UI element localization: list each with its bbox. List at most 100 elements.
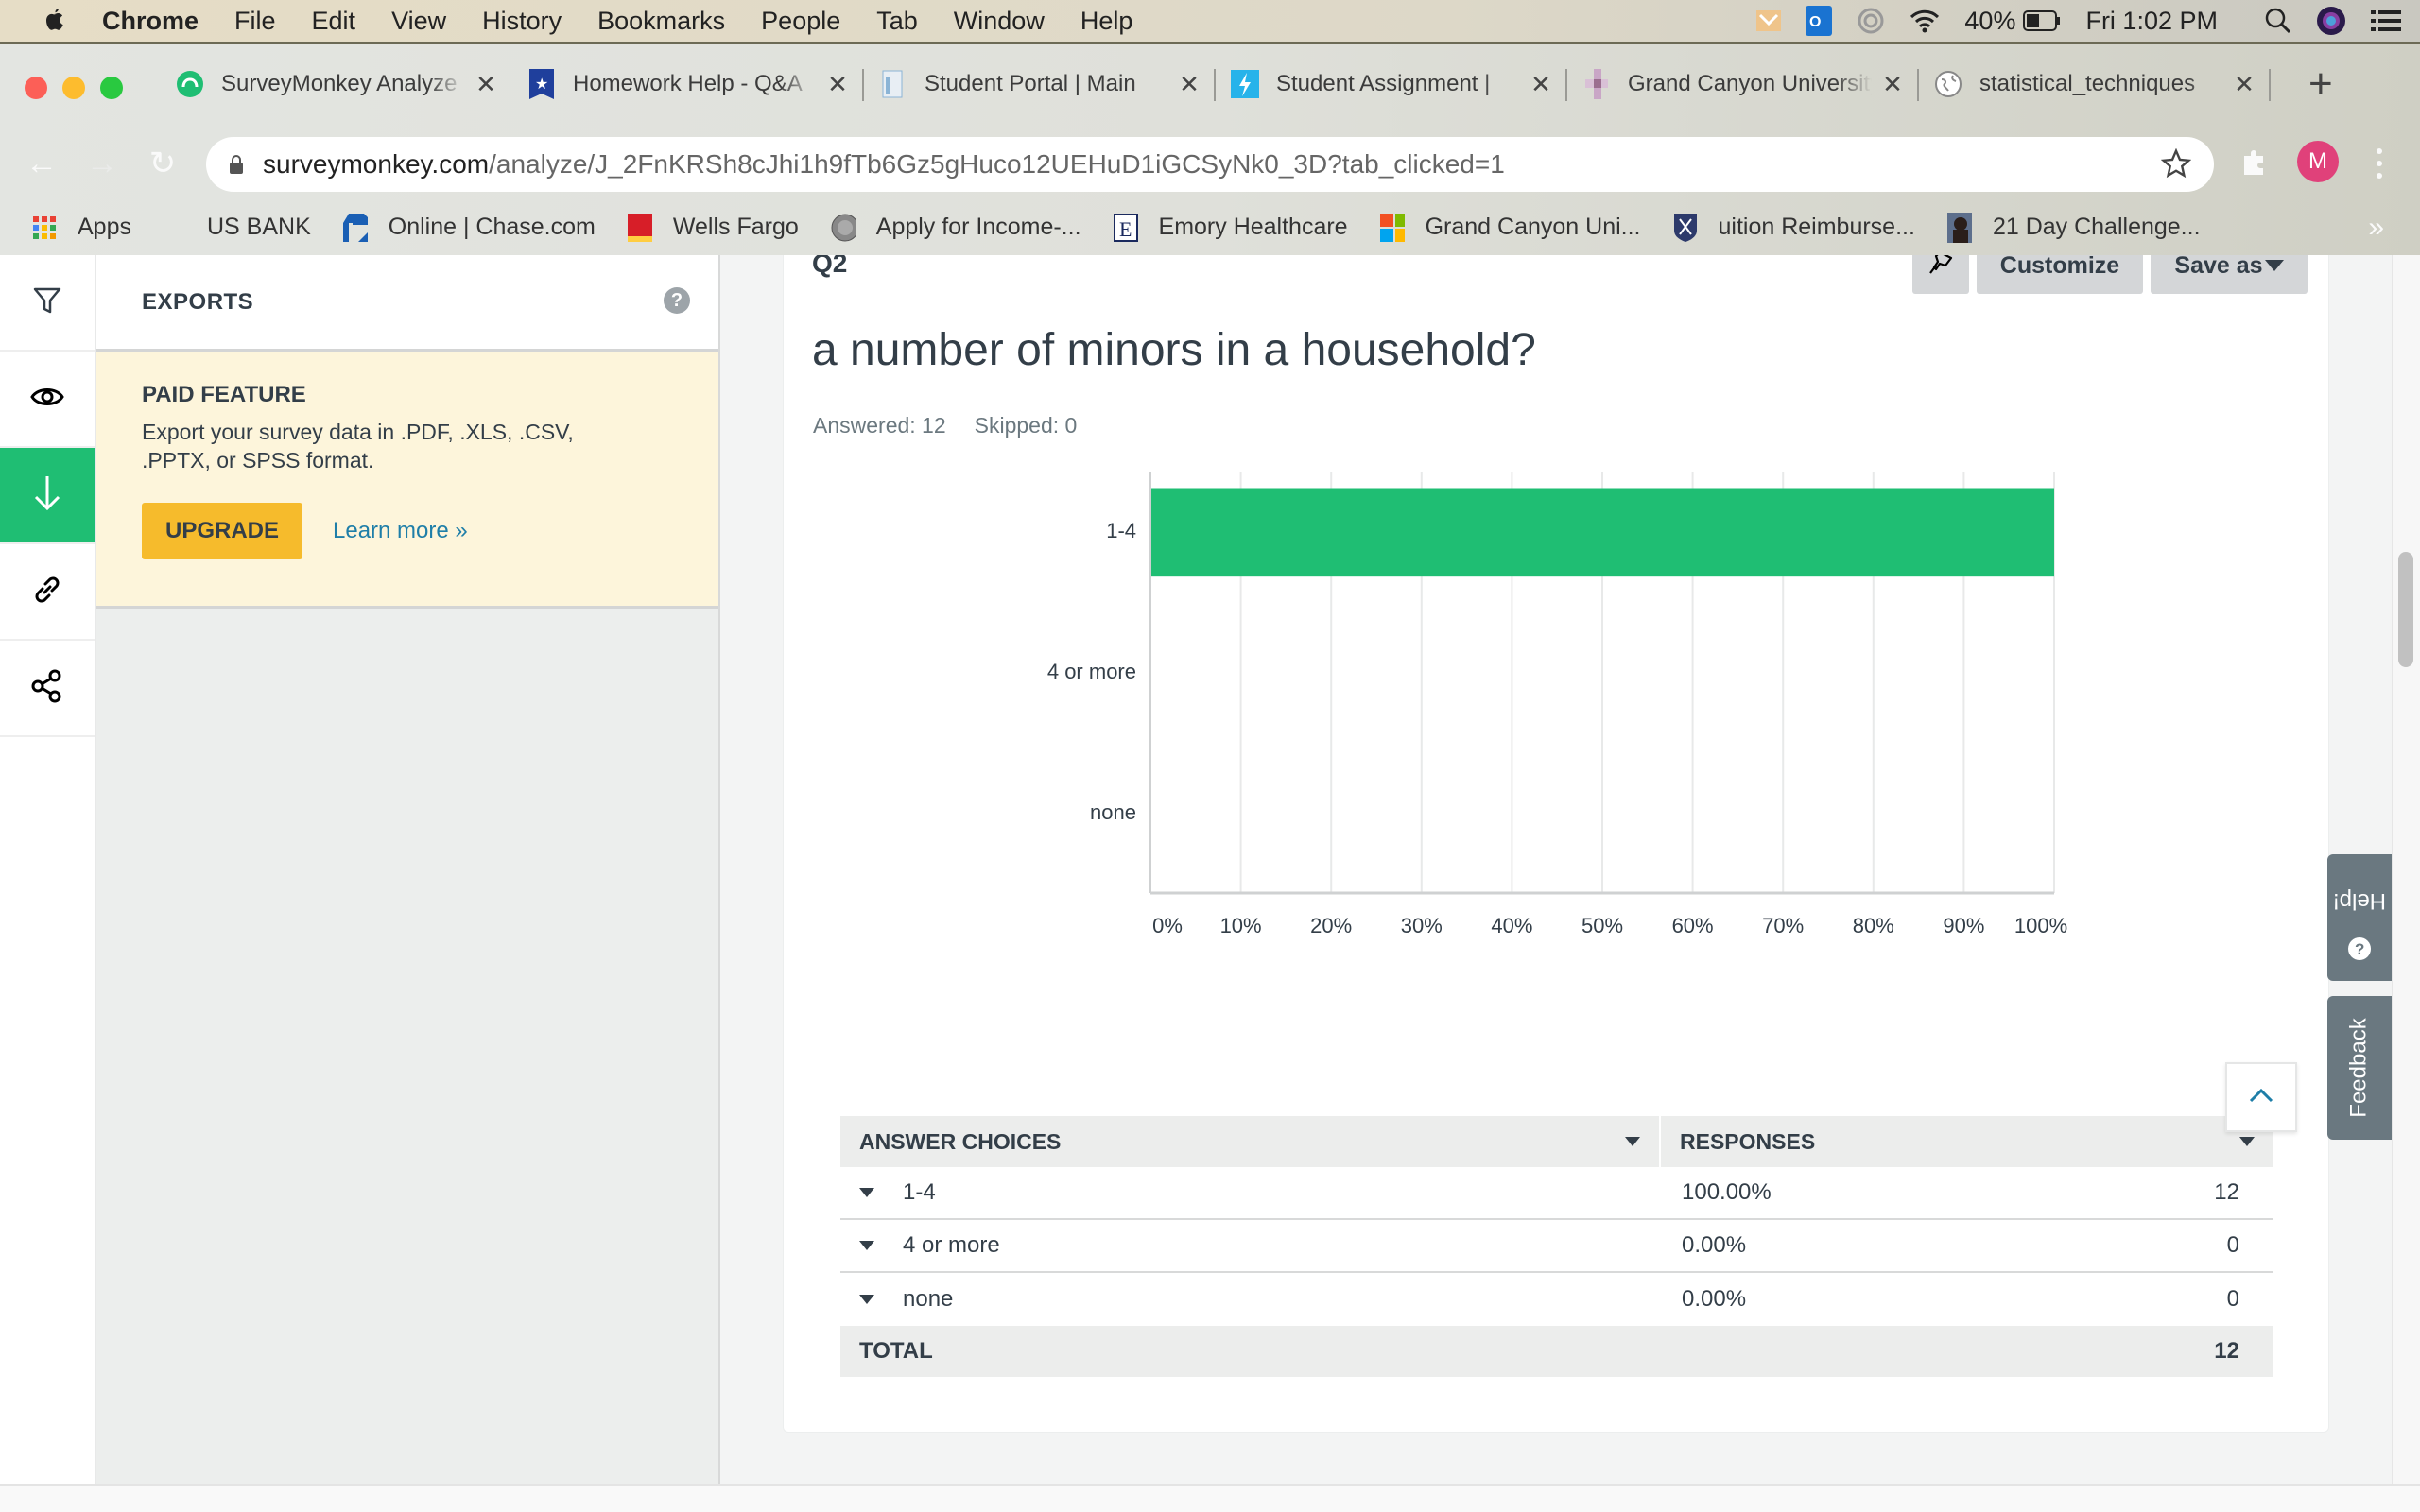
sort-caret-icon[interactable] bbox=[2239, 1137, 2255, 1146]
lock-icon[interactable] bbox=[229, 154, 244, 175]
extensions-puzzle-icon[interactable] bbox=[2240, 148, 2269, 181]
tab-grand-canyon[interactable]: Grand Canyon University ✕ bbox=[1567, 56, 1919, 112]
expand-caret-icon[interactable] bbox=[859, 1241, 874, 1250]
bookmark-apps[interactable]: Apps bbox=[32, 214, 131, 242]
menu-bookmarks[interactable]: Bookmarks bbox=[597, 7, 725, 36]
minimize-window-button[interactable] bbox=[62, 77, 85, 99]
activity-icon[interactable] bbox=[1857, 7, 1885, 35]
tab-homework-help[interactable]: ★ Homework Help - Q&A ✕ bbox=[512, 56, 864, 112]
menu-app-name[interactable]: Chrome bbox=[102, 7, 199, 36]
responses-table: ANSWER CHOICES RESPONSES 1-4 100.00% 12 … bbox=[840, 1116, 2273, 1377]
bookmark-emory[interactable]: E Emory Healthcare bbox=[1113, 213, 1348, 242]
rail-link[interactable] bbox=[0, 544, 95, 641]
apple-icon[interactable] bbox=[40, 5, 68, 37]
menu-window[interactable]: Window bbox=[954, 7, 1045, 36]
menu-people[interactable]: People bbox=[761, 7, 840, 36]
spotlight-search-icon[interactable] bbox=[2265, 8, 2291, 34]
tab-surveymonkey[interactable]: SurveyMonkey Analyze ✕ bbox=[161, 56, 512, 112]
menu-help[interactable]: Help bbox=[1080, 7, 1133, 36]
bookmark-apply-income[interactable]: Apply for Income-... bbox=[831, 214, 1081, 242]
maximize-window-button[interactable] bbox=[100, 77, 123, 99]
rail-export[interactable] bbox=[0, 448, 95, 544]
profile-avatar[interactable]: M bbox=[2297, 141, 2339, 182]
responses-header[interactable]: RESPONSES bbox=[1661, 1116, 2273, 1167]
menu-view[interactable]: View bbox=[391, 7, 446, 36]
menu-edit[interactable]: Edit bbox=[312, 7, 356, 36]
paid-feature-description: Export your survey data in .PDF, .XLS, .… bbox=[142, 420, 574, 472]
rail-view[interactable] bbox=[0, 352, 95, 448]
answer-choices-header[interactable]: ANSWER CHOICES bbox=[840, 1116, 1661, 1167]
browser-toolbar: ← → ↻ surveymonkey.com/analyze/J_2FnKRSh… bbox=[0, 131, 2420, 198]
bookmark-star-icon[interactable] bbox=[2160, 147, 2192, 185]
close-tab-icon[interactable]: ✕ bbox=[826, 70, 849, 99]
header-label: RESPONSES bbox=[1680, 1128, 1816, 1154]
filter-icon bbox=[32, 285, 62, 320]
bookmark-us-bank[interactable]: US BANK bbox=[207, 214, 311, 241]
battery-icon[interactable] bbox=[2023, 10, 2061, 31]
scroll-to-top-button[interactable] bbox=[2225, 1062, 2297, 1132]
new-tab-button[interactable]: + bbox=[2308, 60, 2333, 108]
close-tab-icon[interactable]: ✕ bbox=[475, 70, 497, 99]
learn-more-link[interactable]: Learn more » bbox=[333, 518, 468, 544]
skipped-count: Skipped: 0 bbox=[974, 413, 1078, 438]
close-tab-icon[interactable]: ✕ bbox=[1178, 70, 1201, 99]
save-as-button[interactable]: Save as bbox=[2151, 255, 2308, 294]
help-side-tab[interactable]: ? Help! bbox=[2327, 854, 2392, 981]
bookmark-chase[interactable]: Online | Chase.com bbox=[342, 213, 596, 242]
menu-tab[interactable]: Tab bbox=[876, 7, 918, 36]
menu-file[interactable]: File bbox=[234, 7, 276, 36]
address-bar[interactable]: surveymonkey.com/analyze/J_2FnKRSh8cJhi1… bbox=[206, 137, 2214, 192]
siri-icon[interactable] bbox=[2316, 6, 2346, 36]
tab-title: Homework Help - Q&A bbox=[573, 71, 803, 96]
close-window-button[interactable] bbox=[25, 77, 47, 99]
expand-caret-icon[interactable] bbox=[859, 1188, 874, 1197]
customize-button[interactable]: Customize bbox=[1977, 255, 2143, 294]
reload-icon[interactable]: ↻ bbox=[142, 143, 183, 184]
chevron-down-icon bbox=[2264, 260, 2284, 271]
back-arrow-icon[interactable]: ← bbox=[21, 143, 62, 184]
feedback-side-tab[interactable]: Feedback bbox=[2327, 996, 2392, 1140]
vpn-icon[interactable] bbox=[1756, 10, 1782, 31]
bookmark-21-day[interactable]: 21 Day Challenge... bbox=[1946, 212, 2201, 243]
rail-share[interactable] bbox=[0, 641, 95, 737]
bookmark-wells-fargo[interactable]: Wells Fargo bbox=[627, 213, 799, 242]
seal-icon bbox=[831, 214, 856, 242]
bookmark-tuition[interactable]: uition Reimburse... bbox=[1673, 213, 1915, 242]
bar[interactable] bbox=[1151, 488, 2054, 577]
header-label: ANSWER CHOICES bbox=[859, 1128, 1062, 1154]
y-category-label: 1-4 bbox=[1106, 519, 1136, 543]
wifi-icon[interactable] bbox=[1910, 9, 1940, 33]
bookmark-grand-canyon[interactable]: Grand Canyon Uni... bbox=[1379, 213, 1641, 242]
surveymonkey-icon bbox=[176, 70, 204, 98]
scrollbar-thumb[interactable] bbox=[2398, 552, 2413, 667]
rail-filter[interactable] bbox=[0, 255, 95, 352]
outlook-icon[interactable]: O bbox=[1806, 6, 1833, 36]
bookmark-label: 21 Day Challenge... bbox=[1992, 214, 2201, 240]
chevron-up-icon bbox=[2249, 1088, 2273, 1108]
sort-caret-icon[interactable] bbox=[1625, 1137, 1640, 1146]
vertical-scrollbar[interactable] bbox=[2392, 255, 2420, 1484]
close-tab-icon[interactable]: ✕ bbox=[1530, 70, 1552, 99]
pin-button[interactable] bbox=[1912, 255, 1969, 294]
upgrade-button[interactable]: UPGRADE bbox=[142, 503, 302, 559]
menu-history[interactable]: History bbox=[482, 7, 562, 36]
clock[interactable]: Fri 1:02 PM bbox=[2085, 7, 2218, 36]
help-question-icon[interactable]: ? bbox=[664, 287, 690, 314]
chrome-menu-icon[interactable] bbox=[2368, 145, 2391, 182]
table-total-row: TOTAL 12 bbox=[840, 1326, 2273, 1377]
question-number: Q2 bbox=[812, 255, 848, 278]
globe-icon bbox=[1934, 70, 1962, 98]
notification-center-icon[interactable] bbox=[2371, 9, 2401, 33]
tab-student-portal[interactable]: Student Portal | Main ✕ bbox=[864, 56, 1216, 112]
tab-student-assignment[interactable]: Student Assignment | ✕ bbox=[1216, 56, 1567, 112]
expand-caret-icon[interactable] bbox=[859, 1295, 874, 1304]
forward-arrow-icon[interactable]: → bbox=[81, 143, 123, 184]
close-tab-icon[interactable]: ✕ bbox=[2233, 70, 2256, 99]
table-row: none 0.00% 0 bbox=[840, 1273, 2273, 1326]
emory-icon: E bbox=[1113, 213, 1138, 242]
tab-title: Student Portal | Main bbox=[925, 71, 1136, 96]
bookmarks-overflow-button[interactable]: » bbox=[2368, 212, 2384, 244]
tab-statistical-techniques[interactable]: statistical_techniques ✕ bbox=[1919, 56, 2271, 112]
close-tab-icon[interactable]: ✕ bbox=[1881, 70, 1904, 99]
x-tick-label: 30% bbox=[1400, 914, 1443, 937]
